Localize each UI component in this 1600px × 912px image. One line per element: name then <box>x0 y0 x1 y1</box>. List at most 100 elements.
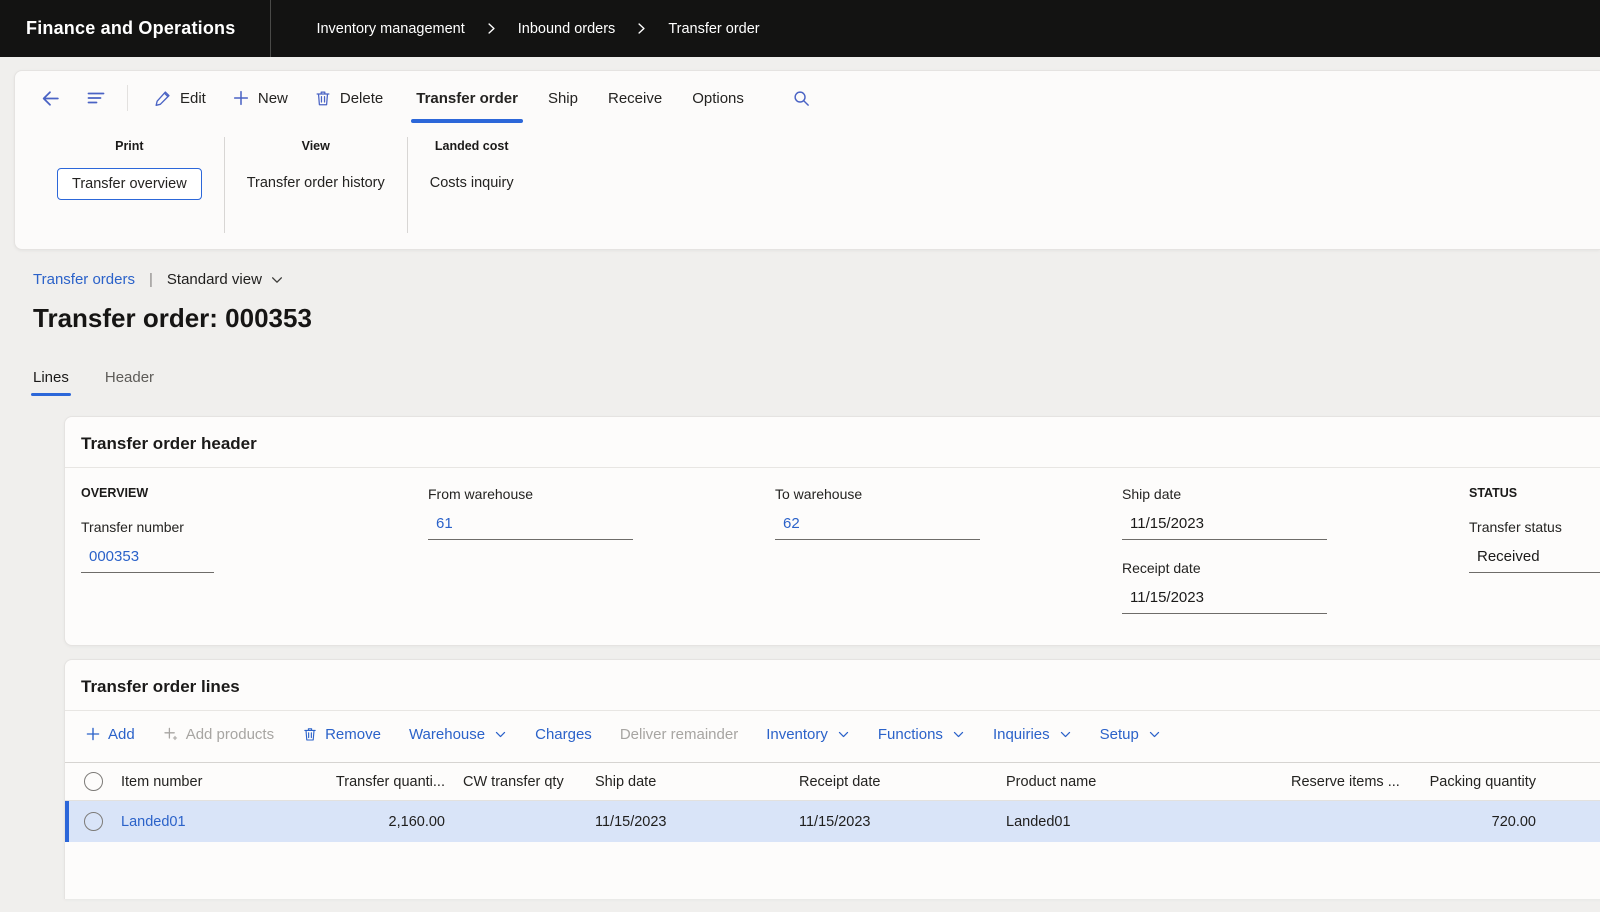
edit-button[interactable]: Edit <box>154 89 206 107</box>
new-button[interactable]: New <box>232 89 288 107</box>
field-label: From warehouse <box>428 486 775 502</box>
breadcrumb-transfer-order[interactable]: Transfer order <box>668 21 759 37</box>
field-label: Transfer number <box>81 519 428 535</box>
status-group-label: STATUS <box>1469 486 1600 500</box>
ribbon-group-landed-cost: Landed cost Costs inquiry <box>408 125 536 249</box>
tab-ship[interactable]: Ship <box>533 71 593 125</box>
setup-menu-button[interactable]: Setup <box>1100 726 1161 743</box>
tab-lines[interactable]: Lines <box>33 369 69 396</box>
cell-product-name[interactable]: Landed01 <box>1006 814 1291 830</box>
search-button[interactable] <box>785 81 819 115</box>
row-select-radio[interactable] <box>84 812 103 831</box>
breadcrumb-inventory-management[interactable]: Inventory management <box>316 21 464 37</box>
chevron-down-icon <box>1059 728 1072 741</box>
transfer-status-field: Transfer status Received <box>1469 519 1600 573</box>
tab-options[interactable]: Options <box>677 71 759 125</box>
table-row[interactable]: Landed01 2,160.00 11/15/2023 11/15/2023 … <box>65 801 1600 842</box>
page-tabs: Lines Header <box>33 369 1600 396</box>
pencil-icon <box>154 89 172 107</box>
cell-packing-quantity[interactable]: 720.00 <box>1421 814 1536 830</box>
receipt-date-value[interactable]: 11/15/2023 <box>1122 589 1327 614</box>
from-warehouse-value[interactable]: 61 <box>428 515 633 540</box>
row-select-cell <box>65 812 121 831</box>
column-header-receipt-date[interactable]: Receipt date <box>799 774 1006 790</box>
nav-separator: | <box>149 271 153 288</box>
from-warehouse-field: From warehouse 61 <box>428 486 775 540</box>
transfer-status-value[interactable]: Received <box>1469 548 1600 573</box>
page-title: Transfer order: 000353 <box>33 303 1600 334</box>
select-all-radio[interactable] <box>84 772 103 791</box>
cell-ship-date[interactable]: 11/15/2023 <box>591 814 799 830</box>
ribbon: Print Transfer overview View Transfer or… <box>15 125 1600 249</box>
chevron-down-icon <box>1148 728 1161 741</box>
column-dates: Ship date 11/15/2023 Receipt date 11/15/… <box>1122 486 1469 634</box>
add-line-button[interactable]: Add <box>85 726 135 743</box>
select-all-cell <box>65 772 121 791</box>
transfer-order-lines-section: Transfer order lines Add Add products Re… <box>64 659 1600 899</box>
column-header-packing-quantity[interactable]: Packing quantity <box>1421 774 1536 790</box>
command-divider <box>127 85 128 111</box>
transfer-overview-button[interactable]: Transfer overview <box>57 168 202 200</box>
cell-transfer-quantity[interactable]: 2,160.00 <box>317 814 445 830</box>
plus-small-icon <box>163 726 179 742</box>
warehouse-menu-button[interactable]: Warehouse <box>409 726 507 743</box>
ship-date-field: Ship date 11/15/2023 <box>1122 486 1469 540</box>
plus-icon <box>85 726 101 742</box>
column-overview: OVERVIEW Transfer number 000353 <box>81 486 428 634</box>
tab-header[interactable]: Header <box>105 369 154 396</box>
ribbon-menu-icon[interactable] <box>79 81 113 115</box>
page-content: Transfer orders | Standard view Transfer… <box>0 250 1600 899</box>
field-label: Transfer status <box>1469 519 1600 535</box>
breadcrumb-inbound-orders[interactable]: Inbound orders <box>518 21 616 37</box>
cell-receipt-date[interactable]: 11/15/2023 <box>799 814 1006 830</box>
column-header-cw-transfer-qty[interactable]: CW transfer qty <box>445 774 591 790</box>
cell-item-number[interactable]: Landed01 <box>121 814 317 830</box>
ribbon-group-view: View Transfer order history <box>225 125 407 249</box>
ribbon-group-title: Print <box>115 139 143 153</box>
functions-menu-button[interactable]: Functions <box>878 726 965 743</box>
transfer-number-field: Transfer number 000353 <box>81 519 428 573</box>
transfer-order-header-section: Transfer order header OVERVIEW Transfer … <box>64 416 1600 646</box>
ribbon-group-print: Print Transfer overview <box>35 125 224 249</box>
tab-transfer-order[interactable]: Transfer order <box>401 71 533 125</box>
lines-grid: Item number Transfer quanti... CW transf… <box>65 762 1600 842</box>
remove-line-button[interactable]: Remove <box>302 726 381 743</box>
transfer-order-history-button[interactable]: Transfer order history <box>247 175 385 191</box>
field-label: Ship date <box>1122 486 1469 502</box>
plus-icon <box>232 89 250 107</box>
grid-header-row: Item number Transfer quanti... CW transf… <box>65 763 1600 801</box>
menu-lines-icon <box>86 88 106 108</box>
selected-row-indicator <box>65 801 69 842</box>
app-title[interactable]: Finance and Operations <box>26 18 235 39</box>
action-pane-tabs: Transfer order Ship Receive Options <box>401 71 759 125</box>
chevron-right-icon <box>485 22 498 35</box>
delete-button[interactable]: Delete <box>314 89 383 107</box>
transfer-orders-link[interactable]: Transfer orders <box>33 271 135 288</box>
deliver-remainder-button[interactable]: Deliver remainder <box>620 726 738 743</box>
chevron-right-icon <box>635 22 648 35</box>
view-selector[interactable]: Standard view <box>167 271 284 288</box>
column-header-ship-date[interactable]: Ship date <box>591 774 799 790</box>
inquiries-menu-button[interactable]: Inquiries <box>993 726 1072 743</box>
add-products-button[interactable]: Add products <box>163 726 274 743</box>
trash-icon <box>314 89 332 107</box>
to-warehouse-value[interactable]: 62 <box>775 515 980 540</box>
receipt-date-field: Receipt date 11/15/2023 <box>1122 560 1469 614</box>
tab-receive[interactable]: Receive <box>593 71 677 125</box>
field-label: To warehouse <box>775 486 1122 502</box>
section-title: Transfer order lines <box>65 660 1600 710</box>
transfer-number-value[interactable]: 000353 <box>81 548 214 573</box>
column-header-reserve-items[interactable]: Reserve items ... <box>1291 774 1421 790</box>
costs-inquiry-button[interactable]: Costs inquiry <box>430 175 514 191</box>
back-button[interactable] <box>33 81 67 115</box>
column-from-warehouse: From warehouse 61 <box>428 486 775 634</box>
column-header-item-number[interactable]: Item number <box>121 774 317 790</box>
command-row: Edit New Delete Transfer order Ship Rece… <box>15 71 1600 125</box>
inventory-menu-button[interactable]: Inventory <box>766 726 850 743</box>
column-header-transfer-quantity[interactable]: Transfer quanti... <box>317 774 445 790</box>
column-status: STATUS Transfer status Received <box>1469 486 1600 634</box>
column-header-product-name[interactable]: Product name <box>1006 774 1291 790</box>
breadcrumb: Inventory management Inbound orders Tran… <box>316 21 759 37</box>
ship-date-value[interactable]: 11/15/2023 <box>1122 515 1327 540</box>
charges-button[interactable]: Charges <box>535 726 592 743</box>
